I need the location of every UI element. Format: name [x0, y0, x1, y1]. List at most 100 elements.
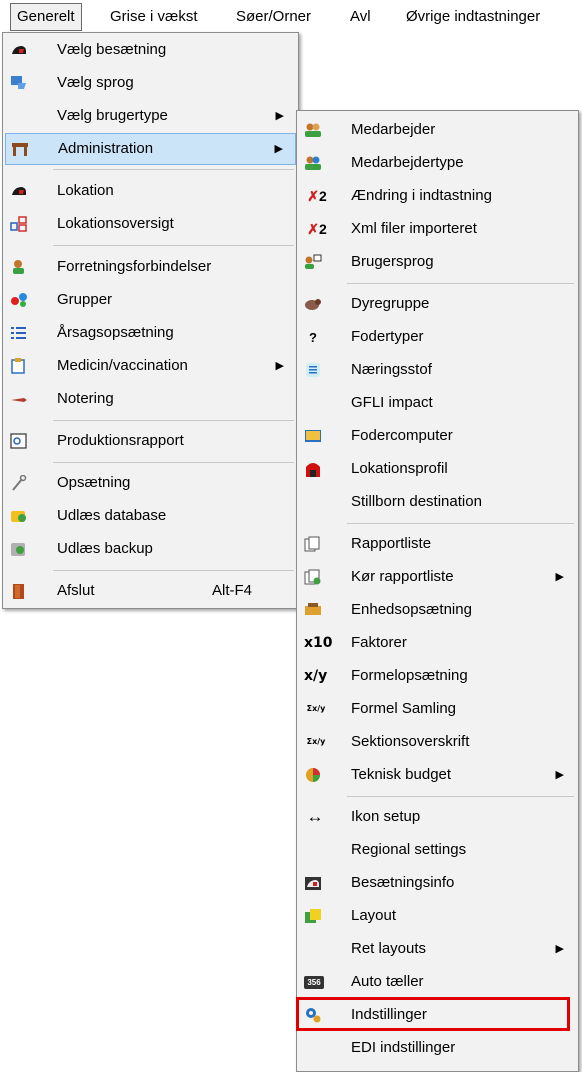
submenu-arrow-icon: ▶ — [275, 110, 284, 122]
menu-item-lokationsoversigt[interactable]: Lokationsoversigt — [5, 209, 296, 239]
menu-item-udlaes-backup[interactable]: Udlæs backup — [5, 534, 296, 564]
administration-submenu: Medarbejder Medarbejdertype ✗2 Ændring i… — [296, 110, 579, 1072]
menu-item-fodercomputer[interactable]: Fodercomputer — [299, 421, 576, 451]
menu-item-besaetningsinfo[interactable]: Besætningsinfo — [299, 868, 576, 898]
location-profile-icon — [304, 461, 322, 477]
administration-icon — [11, 141, 29, 157]
menu-item-vaelg-besaetning[interactable]: Vælg besætning — [5, 35, 296, 65]
menu-item-dyregruppe[interactable]: Dyregruppe — [299, 289, 576, 319]
x2-icon: ✗2 — [307, 188, 327, 204]
language-icon — [10, 75, 28, 91]
cause-setup-icon — [10, 325, 28, 341]
menu-item-faktorer[interactable]: x10 Faktorer — [299, 628, 576, 658]
menubar-oevrige-indtastninger[interactable]: Øvrige indtastninger — [400, 4, 546, 29]
location-overview-icon — [10, 216, 28, 232]
menu-item-teknisk-budget[interactable]: Teknisk budget ▶ — [299, 760, 576, 790]
menu-item-notering[interactable]: Notering — [5, 384, 296, 414]
groups-icon — [10, 292, 28, 308]
unit-setup-icon — [304, 602, 322, 618]
submenu-arrow-icon: ▶ — [555, 571, 564, 583]
menu-separator — [53, 245, 294, 246]
menu-item-layout[interactable]: Layout — [299, 901, 576, 931]
feed-types-icon: ? — [309, 330, 317, 345]
menu-item-vaelg-brugertype[interactable]: Vælg brugertype ▶ — [5, 101, 296, 131]
export-database-icon — [10, 508, 28, 524]
menu-item-naeringsstof[interactable]: Næringsstof — [299, 355, 576, 385]
menu-item-fodertyper[interactable]: ? Fodertyper — [299, 322, 576, 352]
budget-pie-icon — [304, 767, 322, 783]
employee-icon — [304, 122, 322, 138]
exit-door-icon — [10, 583, 28, 599]
menu-item-produktionsrapport[interactable]: Produktionsrapport — [5, 426, 296, 456]
menu-item-rapportliste[interactable]: Rapportliste — [299, 529, 576, 559]
business-contacts-icon — [10, 259, 28, 275]
menu-item-aendring-i-indtastning[interactable]: ✗2 Ændring i indtastning — [299, 181, 576, 211]
menu-item-formel-samling[interactable]: Σx/y Formel Samling — [299, 694, 576, 724]
menu-item-udlaes-database[interactable]: Udlæs database — [5, 501, 296, 531]
formula-collection-icon: Σx/y — [306, 704, 326, 713]
menu-item-lokation[interactable]: Lokation — [5, 176, 296, 206]
medicine-icon — [10, 358, 28, 374]
x2-icon: ✗2 — [307, 221, 327, 237]
arrows-horizontal-icon: ↔ — [306, 807, 324, 826]
menu-item-ikon-setup[interactable]: ↔ Ikon setup — [299, 802, 576, 832]
menubar-grise-i-vaekst[interactable]: Grise i vækst — [104, 4, 204, 29]
menu-item-enhedsopsaetning[interactable]: Enhedsopsætning — [299, 595, 576, 625]
menu-separator — [53, 420, 294, 421]
auto-counter-icon: 356 — [304, 976, 324, 989]
export-backup-icon — [10, 541, 28, 557]
wrench-icon — [10, 474, 28, 491]
menu-item-auto-taeller[interactable]: 356 Auto tæller — [299, 967, 576, 997]
menu-item-formelopsaetning[interactable]: x/y Formelopsætning — [299, 661, 576, 691]
menu-item-ret-layouts[interactable]: Ret layouts ▶ — [299, 934, 576, 964]
menu-item-brugersprog[interactable]: Brugersprog — [299, 247, 576, 277]
menu-item-lokationsprofil[interactable]: Lokationsprofil — [299, 454, 576, 484]
menu-item-grupper[interactable]: Grupper — [5, 285, 296, 315]
menu-separator — [53, 169, 294, 170]
user-language-icon — [304, 254, 322, 270]
menu-item-afslut[interactable]: Afslut Alt-F4 — [5, 576, 296, 606]
location-icon — [10, 183, 28, 199]
section-header-icon: Σx/y — [306, 737, 326, 746]
production-report-icon — [10, 433, 28, 449]
submenu-arrow-icon: ▶ — [555, 943, 564, 955]
menu-separator — [347, 796, 574, 797]
nutrient-icon — [304, 362, 322, 378]
submenu-arrow-icon: ▶ — [275, 360, 284, 372]
employee-type-icon — [304, 155, 322, 171]
menu-bar: Generelt Grise i vækst Søer/Orner Avl Øv… — [0, 0, 582, 33]
menu-item-medicin-vaccination[interactable]: Medicin/vaccination ▶ — [5, 351, 296, 381]
menu-item-medarbejdertype[interactable]: Medarbejdertype — [299, 148, 576, 178]
notation-icon — [10, 391, 28, 407]
menubar-avl[interactable]: Avl — [344, 4, 377, 29]
menu-item-edi-indstillinger[interactable]: EDI indstillinger — [299, 1033, 576, 1063]
generelt-dropdown-menu: Vælg besætning Vælg sprog Vælg brugertyp… — [2, 32, 299, 609]
menu-item-vaelg-sprog[interactable]: Vælg sprog — [5, 68, 296, 98]
submenu-arrow-icon: ▶ — [555, 769, 564, 781]
feed-computer-icon — [304, 428, 322, 444]
menu-item-opsaetning[interactable]: Opsætning — [5, 468, 296, 498]
menu-item-xml-filer-importeret[interactable]: ✗2 Xml filer importeret — [299, 214, 576, 244]
menu-item-koer-rapportliste[interactable]: Kør rapportliste ▶ — [299, 562, 576, 592]
menu-separator — [347, 523, 574, 524]
menu-item-forretningsforbindelser[interactable]: Forretningsforbindelser — [5, 252, 296, 282]
report-list-icon — [304, 536, 322, 552]
menu-item-aarsagsopsaetning[interactable]: Årsagsopsætning — [5, 318, 296, 348]
herd-icon — [10, 42, 28, 58]
menu-item-stillborn-destination[interactable]: Stillborn destination — [299, 487, 576, 517]
menu-item-gfli-impact[interactable]: GFLI impact — [299, 388, 576, 418]
menu-item-administration[interactable]: Administration ▶ — [5, 133, 296, 165]
submenu-arrow-icon: ▶ — [274, 143, 283, 155]
menubar-generelt[interactable]: Generelt — [10, 3, 82, 31]
shortcut-text: Alt-F4 — [211, 582, 252, 599]
menu-item-regional-settings[interactable]: Regional settings — [299, 835, 576, 865]
animal-group-icon — [304, 296, 322, 312]
menubar-soeer-orner[interactable]: Søer/Orner — [230, 4, 317, 29]
menu-item-sektionsoverskrift[interactable]: Σx/y Sektionsoverskrift — [299, 727, 576, 757]
menu-separator — [53, 462, 294, 463]
menu-item-medarbejder[interactable]: Medarbejder — [299, 115, 576, 145]
highlight-box — [296, 997, 570, 1031]
herd-info-icon — [304, 875, 322, 891]
run-report-list-icon — [304, 569, 322, 585]
layout-icon — [304, 908, 322, 924]
